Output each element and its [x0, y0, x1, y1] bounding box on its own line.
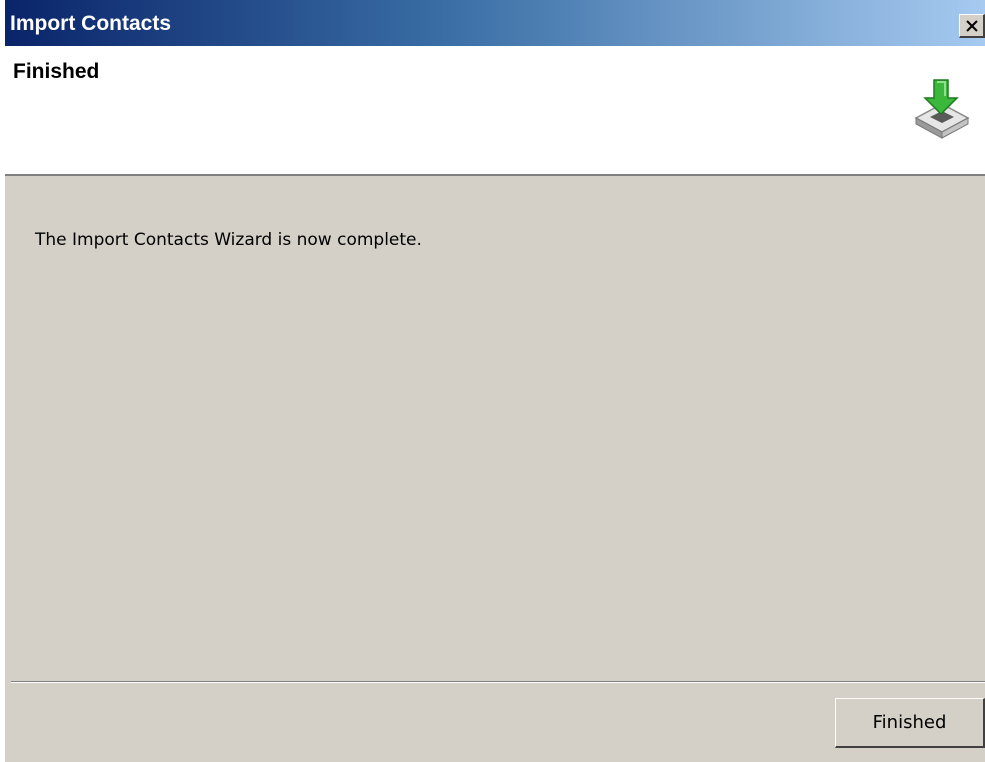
- import-contacts-dialog: Import Contacts Finished The Import Cont…: [0, 0, 985, 762]
- close-icon: [965, 19, 978, 32]
- title-bar[interactable]: Import Contacts: [5, 0, 985, 46]
- wizard-header: Finished: [5, 46, 985, 176]
- window-title: Import Contacts: [10, 12, 172, 35]
- footer-divider: [11, 681, 985, 683]
- close-button[interactable]: [959, 14, 985, 38]
- page-title: Finished: [13, 60, 100, 83]
- completion-message: The Import Contacts Wizard is now comple…: [35, 230, 422, 250]
- finished-button[interactable]: Finished: [835, 698, 985, 748]
- download-tray-icon: [914, 79, 970, 139]
